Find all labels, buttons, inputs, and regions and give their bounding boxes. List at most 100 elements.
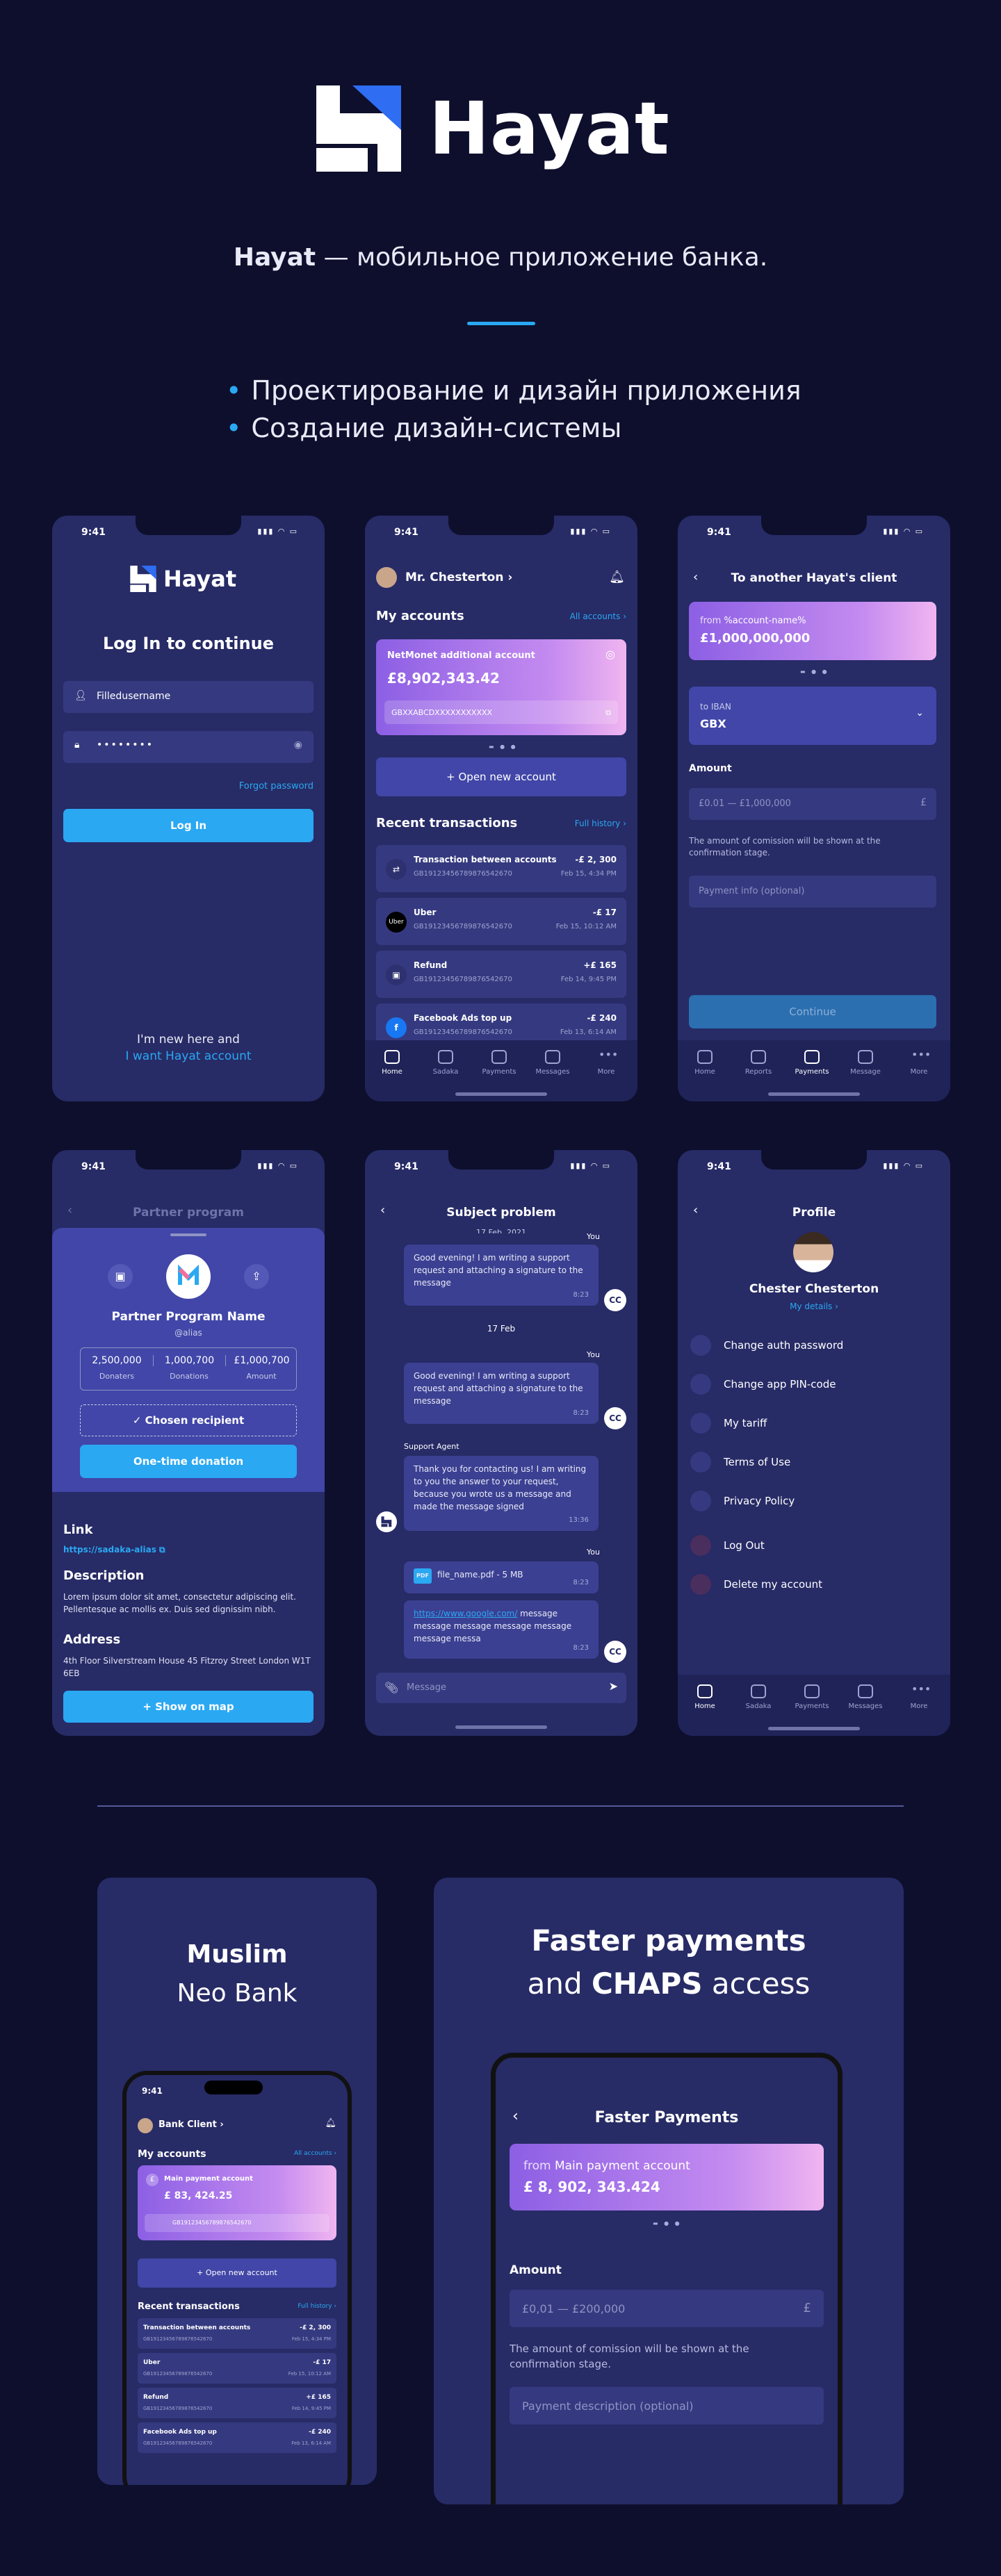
feature-item: Создание дизайн-системы [226,409,801,447]
promo-faster-payments: Faster payments and CHAPS access ‹ Faste… [434,1878,904,2504]
tab-reports[interactable]: Reports [734,1050,783,1076]
my-details-link[interactable]: My details › [678,1302,950,1311]
section-title: Recent transactions [376,816,518,830]
tab-home[interactable]: Home [681,1684,729,1710]
partner-sheet: ▣ ⇪ Partner Program Name @alias 2,500,00… [52,1228,325,1492]
signup-link[interactable]: I want Hayat account [52,1049,325,1063]
transaction-row[interactable]: ⇄ Transaction between accounts GB191234567… [376,845,626,892]
login-button[interactable]: Log In [63,809,314,842]
tagline: Hayat — мобильное приложение банка. [233,243,768,272]
from-account-card[interactable]: from Main payment account £ 8, 902, 343.… [510,2144,824,2210]
tab-payments[interactable]: Payments [788,1050,836,1076]
tab-sadaka[interactable]: Sadaka [734,1684,783,1710]
from-account-card[interactable]: from %account-name% £1,000,000,000 [689,602,936,660]
open-account-button[interactable]: + Open new account [138,2258,336,2288]
amount-input[interactable]: £0,01 — £200,000 £ [510,2290,824,2327]
tab-home[interactable]: Home [681,1050,729,1076]
check-circle-icon: ◎ [605,648,615,661]
tab-more[interactable]: ••• More [582,1049,630,1076]
key-icon [690,1335,711,1356]
facebook-icon: f [386,1017,407,1038]
sadaka-link[interactable]: https://sadaka-alias ⧉ [63,1545,165,1555]
tab-bar: Home Reports Payments Message ••• More [678,1040,950,1101]
feature-list: Проектирование и дизайн приложения Созда… [226,372,801,447]
heart-hands-icon [438,1050,453,1064]
file-attachment[interactable]: PDF file_name.pdf - 5 MB 8:23 [404,1561,599,1593]
hero-logo: Hayat [316,83,685,174]
password-field[interactable]: 🔒︎ •••••••• ◉ [63,731,314,763]
tab-home[interactable]: Home [368,1050,416,1076]
hayat-logo-icon [130,566,156,592]
chevron-down-icon: ⌄ [915,707,924,719]
tab-more[interactable]: ••• More [895,1049,943,1076]
mail-icon [545,1050,560,1064]
transaction-row[interactable]: Uber Uber GB19123456789876542670 -£ 17 Feb 1… [376,898,626,945]
tab-more[interactable]: ••• More [895,1684,943,1711]
bell-icon[interactable]: 🔔︎ [609,570,625,584]
tab-message[interactable]: Message [841,1050,890,1076]
username-field[interactable]: 👤︎ Filledusername [63,681,314,713]
bank-icon: ▣ [386,965,407,985]
section-divider [97,1805,904,1807]
amount-input[interactable]: £0.01 — £1,000,000 £ [689,788,936,820]
pager-dots-icon: ▬ ● ● [800,668,829,675]
logo-wordmark: Hayat [429,86,670,171]
gallery-icon[interactable]: ▣ [108,1264,133,1289]
pin-icon [690,1374,711,1395]
account-number: GBXXABCDXXXXXXXXXXX ⧉ [384,700,618,724]
feature-item: Проектирование и дизайн приложения [226,372,801,409]
transaction-row[interactable]: Transaction between accounts -£ 2, 300 GB1… [138,2318,336,2349]
hayat-logo-icon [376,1511,397,1532]
home-screen: 9:41 ▮▮▮ ◠ ▭ Mr. Chesterton › 🔔︎ My accou… [365,516,637,1101]
show-on-map-button[interactable]: + Show on map [63,1691,314,1723]
eye-icon[interactable]: ◉ [294,739,302,750]
full-history-link[interactable]: Full history › [575,819,626,828]
transaction-row[interactable]: Refund +£ 165 GB19123456789876542670 Feb 14… [138,2388,336,2418]
profile-screen: 9:41 ▮▮▮ ◠ ▭ ‹ Profile Chester Chesterton… [678,1150,950,1736]
open-account-button[interactable]: + Open new account [376,757,626,796]
accent-divider [467,322,535,325]
logout-icon [690,1535,711,1556]
avatar[interactable] [376,567,397,588]
tab-messages[interactable]: Messages [528,1050,577,1076]
send-icon[interactable]: ➤ [609,1680,618,1693]
iban-select[interactable]: to IBAN GBX ⌄ [689,687,936,745]
transaction-row[interactable]: Uber -£ 17 GB19123456789876542670 Feb 15, 1… [138,2353,336,2384]
tab-messages[interactable]: Messages [841,1684,890,1710]
chosen-recipient-button[interactable]: ✓ Chosen recipient [80,1404,297,1436]
agent-message-bubble: Thank you for contacting us! I am writin… [404,1456,599,1531]
message-bubble: https://www.google.com/ message message … [404,1600,599,1659]
attach-icon[interactable]: 📎︎ [384,1681,398,1694]
all-accounts-link[interactable]: All accounts › [570,612,626,621]
account-card[interactable]: £ Main payment account £ 83, 424.25 GB19… [138,2165,336,2240]
home-icon [384,1050,400,1064]
hayat-logo-icon [316,85,401,172]
message-input[interactable]: 📎︎ Message ➤ [376,1673,626,1703]
chat-screen: 9:41 ▮▮▮ ◠ ▭ ‹ Subject problem 17 Feb, 20… [365,1150,637,1736]
user-icon: 👤︎ [74,690,87,701]
donation-button[interactable]: One-time donation [80,1445,297,1478]
login-screen: 9:41 ▮▮▮ ◠ ▭ Hayat Log In to continue 👤︎ … [52,516,325,1101]
tab-sadaka[interactable]: Sadaka [421,1050,470,1076]
payment-info-input[interactable]: Payment info (optional) [689,876,936,908]
transaction-row[interactable]: Facebook Ads top up -£ 240 GB1912345678987… [138,2422,336,2453]
tab-payments[interactable]: Payments [788,1684,836,1710]
user-name[interactable]: Mr. Chesterton › [405,571,512,584]
tab-payments[interactable]: Payments [475,1050,523,1076]
share-icon[interactable]: ⇪ [244,1264,269,1289]
tablet-mockup: ‹ Faster Payments from Main payment acco… [491,2053,843,2504]
transaction-row[interactable]: ▣ Refund GB19123456789876542670 +£ 165 Feb 1… [376,951,626,998]
message-link[interactable]: https://www.google.com/ [414,1609,517,1618]
account-card[interactable]: NetMonet additional account £8,902,343.4… [376,639,626,735]
payment-description-input[interactable]: Payment description (optional) [510,2387,824,2425]
pager-dots-icon: ▬ ● ● [489,744,518,750]
new-here-text: I'm new here and [137,1033,240,1047]
forgot-password-link[interactable]: Forgot password [239,781,314,791]
continue-button[interactable]: Continue [689,995,936,1028]
page-title: Subject problem [446,1206,556,1220]
tab-bar: Home Sadaka Payments Messages ••• More [678,1675,950,1736]
partner-logo [166,1254,211,1299]
page-title: To another Hayat's client [731,571,897,585]
partner-screen: 9:41 ▮▮▮ ◠ ▭ ‹ Partner program ▣ ⇪ Partne… [52,1150,325,1736]
book-icon [690,1452,711,1472]
